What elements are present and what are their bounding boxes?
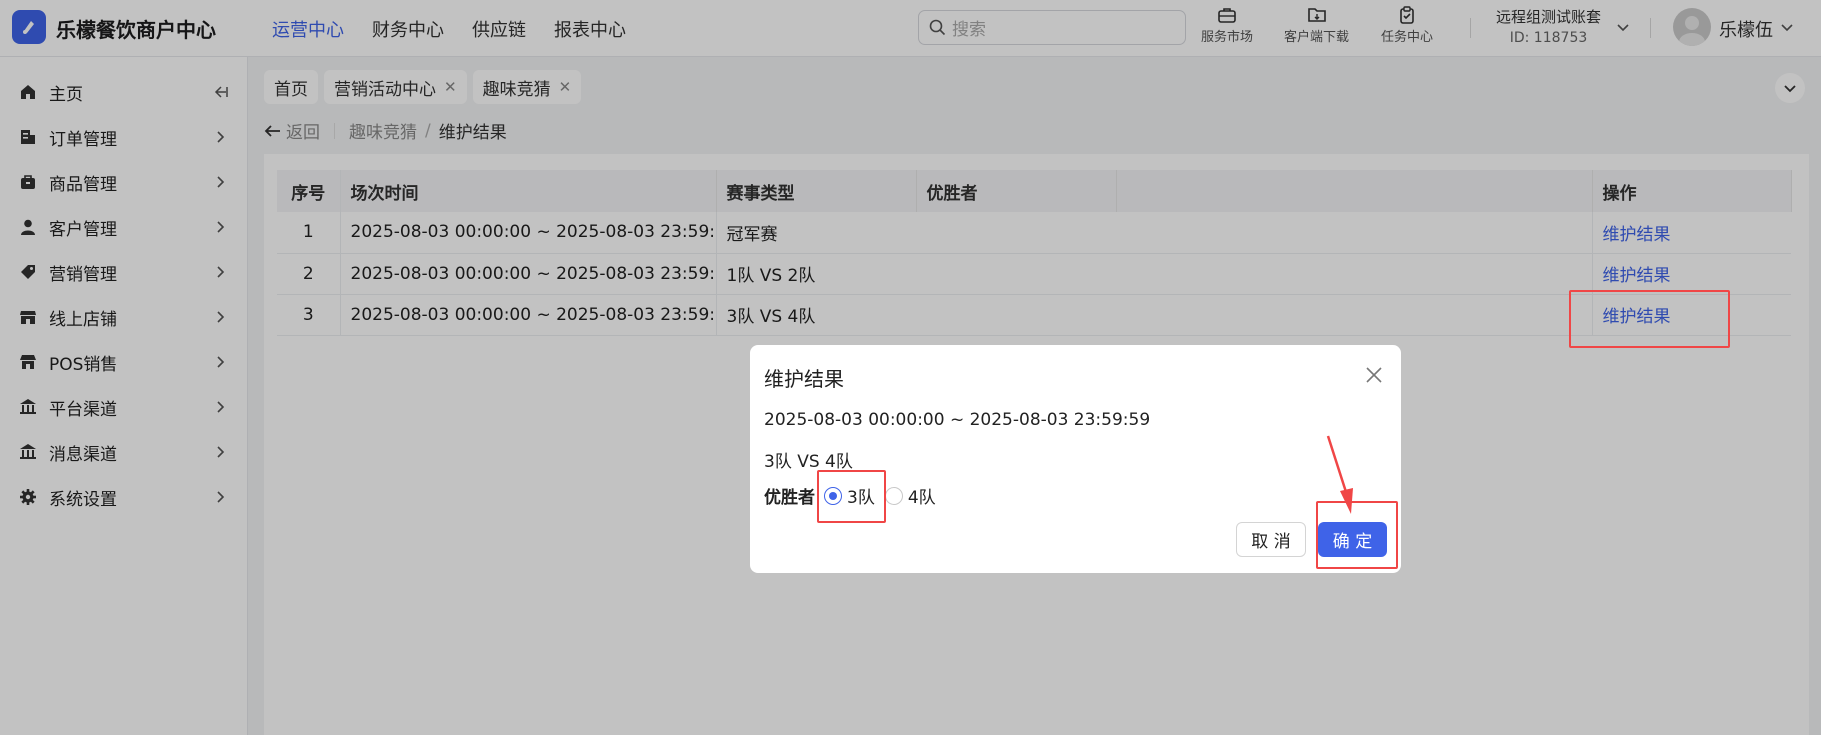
close-icon[interactable] (1364, 365, 1384, 385)
winner-option-team4[interactable]: 4队 (884, 483, 936, 508)
winner-label: 优胜者 (764, 488, 815, 508)
highlight-box-action (1569, 290, 1730, 348)
highlight-box-winner-option (817, 470, 886, 523)
maintain-result-dialog: 维护结果 2025-08-03 00:00:00 ~ 2025-08-03 23… (750, 345, 1401, 573)
highlight-box-confirm (1316, 501, 1398, 569)
dialog-match-time: 2025-08-03 00:00:00 ~ 2025-08-03 23:59:5… (764, 410, 1151, 430)
radio-label: 4队 (907, 488, 936, 508)
radio-unchecked-icon (884, 486, 903, 505)
dialog-match-teams: 3队 VS 4队 (764, 452, 853, 472)
dialog-title: 维护结果 (764, 367, 844, 391)
cancel-button[interactable]: 取 消 (1236, 522, 1306, 557)
